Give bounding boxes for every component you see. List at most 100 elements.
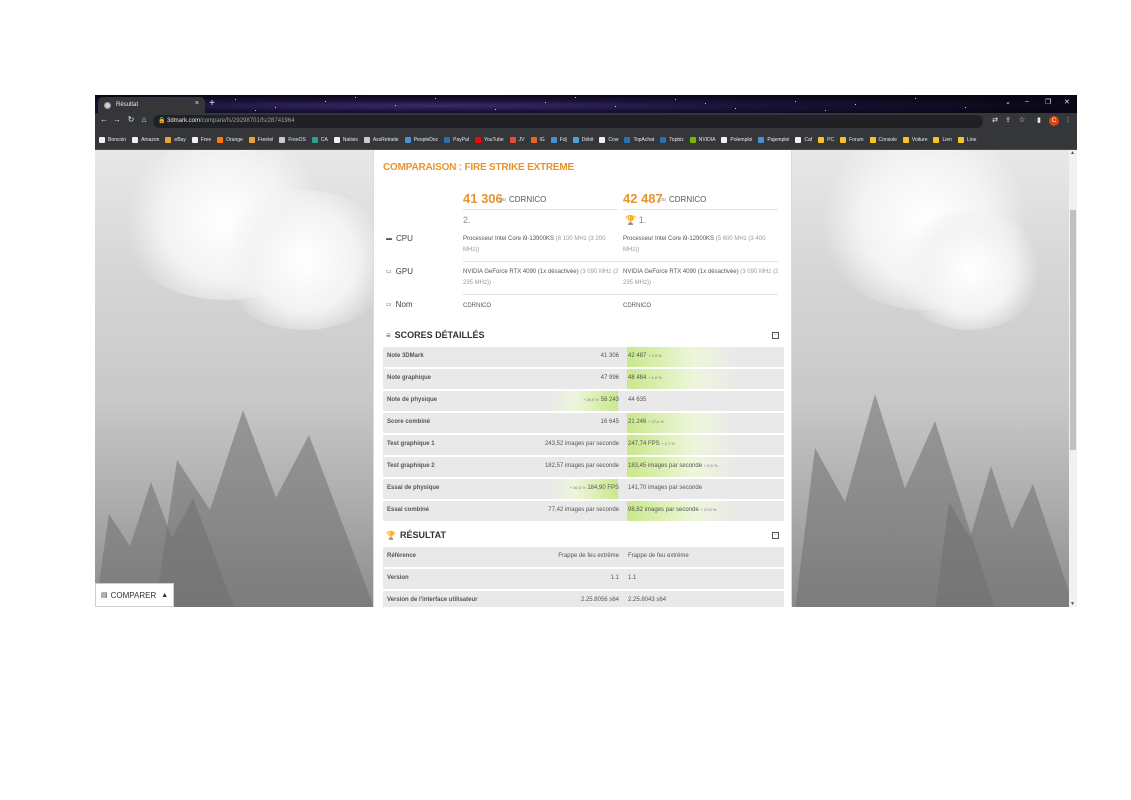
table-row: Test graphique 1 243,52 images par second…	[383, 435, 784, 455]
star-dot	[615, 106, 616, 107]
bookmark-item[interactable]: NVIDIA	[689, 136, 715, 143]
bookmark-item[interactable]: PC	[818, 136, 834, 143]
tab-search-icon[interactable]: ⌄	[1005, 98, 1011, 106]
menu-kebab-icon[interactable]: ⋮	[1063, 116, 1073, 124]
bookmark-item[interactable]: Débit	[572, 136, 593, 143]
left-cpu-name: Processeur Intel Core i9-13900KS	[463, 236, 555, 242]
table-row: Essai combiné 77,42 images par seconde 98,…	[383, 501, 784, 521]
profile-avatar[interactable]: C	[1049, 116, 1059, 126]
home-icon[interactable]: ⌂	[138, 115, 150, 124]
right-user-link[interactable]: CDRNICO	[669, 195, 706, 204]
bookmark-item[interactable]: PeopleDoc	[404, 136, 438, 143]
score-label: Note 3DMark	[387, 353, 424, 359]
translate-icon[interactable]: ⇄	[990, 116, 1000, 124]
left-value-text: 47 996	[600, 375, 619, 381]
left-pct: + 30,5 %	[569, 485, 586, 490]
left-value: Frappe de feu extrême	[558, 553, 619, 559]
star-dot	[705, 103, 706, 104]
score-label: Essai de physique	[387, 485, 440, 491]
bookmark-item[interactable]: Amazon	[132, 136, 159, 143]
tab-close-icon[interactable]: ×	[195, 100, 199, 107]
bookmark-item[interactable]: TopAchat	[624, 136, 654, 143]
bookmark-item[interactable]: Fdj	[550, 136, 567, 143]
bookmark-item[interactable]: Console	[869, 136, 897, 143]
result-label: Référence	[387, 553, 417, 559]
collapse-result-icon[interactable]: −	[772, 532, 779, 539]
star-dot	[965, 107, 966, 108]
left-value-text: 182,57 images par seconde	[544, 463, 619, 469]
sidepanel-icon[interactable]: ▮	[1034, 116, 1044, 124]
scrollbar-thumb[interactable]	[1070, 210, 1076, 450]
left-value: 2.25.8056 s64	[580, 597, 619, 603]
bookmark-favicon-icon	[795, 136, 802, 143]
bookmark-item[interactable]: Voiture	[902, 136, 927, 143]
new-tab-button[interactable]: +	[206, 97, 218, 111]
star-dot	[325, 101, 326, 102]
scroll-up-icon[interactable]: ▲	[1070, 150, 1075, 156]
star-dot	[795, 101, 796, 102]
bookmark-item[interactable]: YouTube	[475, 136, 504, 143]
page-scrollbar[interactable]: ▲ ▼	[1069, 150, 1077, 607]
scroll-down-icon[interactable]: ▼	[1070, 601, 1075, 607]
address-bar[interactable]: 🔒 3dmark.com/compare/fs/29298701/fs/2874…	[153, 115, 983, 128]
left-user-link[interactable]: CDRNICO	[509, 195, 546, 204]
bookmark-item[interactable]: Forum	[840, 136, 864, 143]
bookmark-item[interactable]: PayPal	[444, 136, 469, 143]
bookmarks-bar: Boncoin Amazon eBay Free Orange Freetel FreeOS…	[95, 130, 1077, 150]
reload-icon[interactable]: ↻	[125, 115, 137, 124]
bookmark-item[interactable]: Caf	[795, 136, 812, 143]
bookmark-item[interactable]: Topbiz	[660, 136, 684, 143]
compare-icon: ▤	[101, 592, 108, 599]
left-pct: + 30,5 %	[583, 397, 599, 402]
left-value: 182,57 images par seconde	[545, 463, 619, 469]
cpu-row-label: ▬ CPU	[386, 234, 413, 243]
bookmark-item[interactable]: Free	[191, 136, 211, 143]
bookmark-item[interactable]: IG	[530, 136, 545, 143]
page-title: COMPARAISON : FIRE STRIKE EXTREME	[383, 162, 575, 173]
lock-icon: 🔒	[158, 118, 166, 124]
bookmark-label: FreeOS	[288, 136, 306, 143]
bookmark-item[interactable]: Polemploi	[721, 136, 752, 143]
close-window-icon[interactable]: ✕	[1064, 98, 1070, 106]
bookmark-favicon-icon	[217, 136, 224, 143]
bookmark-item[interactable]: AssRetraite	[363, 136, 399, 143]
minimize-icon[interactable]: –	[1025, 98, 1029, 105]
bookmark-item[interactable]: eBay	[165, 136, 186, 143]
bookmark-item[interactable]: JV	[509, 136, 525, 143]
bookmark-item[interactable]: Freetel	[248, 136, 273, 143]
restore-icon[interactable]: ❐	[1045, 98, 1051, 106]
browser-window: Résultat × + ⌄ – ❐ ✕ ← → ↻ ⌂ 🔒 3dmark.co…	[95, 95, 1077, 607]
bookmark-item[interactable]: Boncoin	[99, 136, 126, 143]
back-icon[interactable]: ←	[98, 115, 110, 124]
bookmark-item[interactable]: CA	[311, 136, 328, 143]
share-icon[interactable]: ⇪	[1003, 116, 1013, 124]
bookmark-favicon-icon	[840, 136, 847, 143]
bookmark-item[interactable]: Line	[957, 136, 976, 143]
comparison-panel: COMPARAISON : FIRE STRIKE EXTREME 41 306…	[373, 150, 792, 607]
bookmark-item[interactable]: FreeOS	[279, 136, 306, 143]
right-pct: + 1,7 %	[661, 441, 676, 446]
score-label: Test graphique 1	[387, 441, 435, 447]
bookmark-star-icon[interactable]: ☆	[1017, 116, 1027, 124]
bookmark-item[interactable]: Natixis	[333, 136, 358, 143]
scores-heading-text: SCORES DÉTAILLÉS	[394, 330, 485, 340]
compare-button[interactable]: ▤ COMPARER ▲	[95, 583, 174, 607]
bookmark-favicon-icon	[530, 136, 537, 143]
divider	[463, 209, 618, 210]
bookmark-favicon-icon	[191, 136, 198, 143]
collapse-scores-icon[interactable]: −	[772, 332, 779, 339]
score-label: Note de physique	[387, 397, 438, 403]
right-rank-value: 1.	[638, 215, 647, 225]
bookmark-item[interactable]: Lien	[933, 136, 952, 143]
result-heading-text: RÉSULTAT	[399, 530, 446, 540]
left-par-label: par	[499, 197, 507, 203]
forward-icon[interactable]: →	[111, 115, 123, 124]
tab-resultat[interactable]: Résultat ×	[98, 97, 205, 113]
bookmark-favicon-icon	[444, 136, 451, 143]
bookmark-item[interactable]: Cow	[599, 136, 618, 143]
bookmark-item[interactable]: Pajemploi	[758, 136, 789, 143]
star-dot	[495, 109, 496, 110]
bookmark-item[interactable]: Orange	[217, 136, 243, 143]
bookmark-favicon-icon	[869, 136, 876, 143]
bookmark-favicon-icon	[279, 136, 286, 143]
